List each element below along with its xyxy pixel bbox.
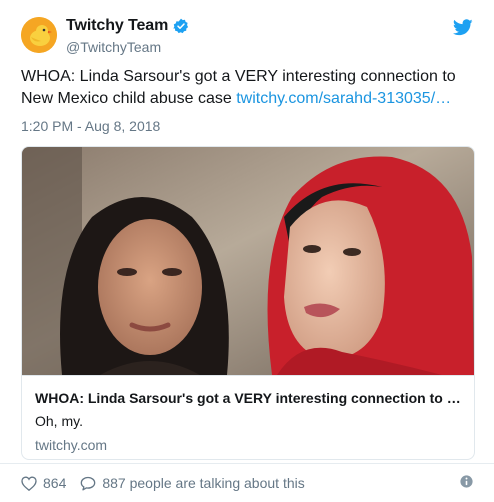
display-name[interactable]: Twitchy Team <box>66 17 168 35</box>
orange-bird-avatar-icon <box>21 17 57 53</box>
tweet-timestamp[interactable]: 1:20 PM - Aug 8, 2018 <box>21 118 160 134</box>
card-photo <box>22 147 474 375</box>
link-card[interactable]: WHOA: Linda Sarsour's got a VERY interes… <box>21 146 475 460</box>
embedded-tweet: Twitchy Team @TwitchyTeam WHOA: Linda Sa… <box>0 0 494 502</box>
name-row: Twitchy Team <box>66 17 189 35</box>
talking-count: 887 people are talking about this <box>102 475 305 491</box>
card-domain: twitchy.com <box>35 437 108 453</box>
footer-divider <box>0 463 494 464</box>
card-body: WHOA: Linda Sarsour's got a VERY interes… <box>22 375 474 459</box>
info-icon[interactable] <box>460 475 473 488</box>
tweet-footer: 864 887 people are talking about this <box>21 475 305 491</box>
heart-icon <box>21 475 37 491</box>
like-button[interactable]: 864 <box>21 475 80 491</box>
card-title: WHOA: Linda Sarsour's got a VERY interes… <box>35 390 461 406</box>
tweet-link[interactable]: twitchy.com/sarahd-313035/… <box>236 90 451 107</box>
account-avatar[interactable] <box>21 17 57 53</box>
card-image <box>22 147 474 375</box>
verified-badge-icon <box>173 18 189 34</box>
card-description: Oh, my. <box>35 413 83 429</box>
tweet-text: WHOA: Linda Sarsour's got a VERY interes… <box>21 66 481 110</box>
like-count: 864 <box>43 475 67 491</box>
account-handle[interactable]: @TwitchyTeam <box>66 39 161 55</box>
speech-bubble-icon <box>81 476 96 491</box>
twitter-bird-icon[interactable] <box>453 19 473 36</box>
conversation-link[interactable]: 887 people are talking about this <box>80 475 305 491</box>
